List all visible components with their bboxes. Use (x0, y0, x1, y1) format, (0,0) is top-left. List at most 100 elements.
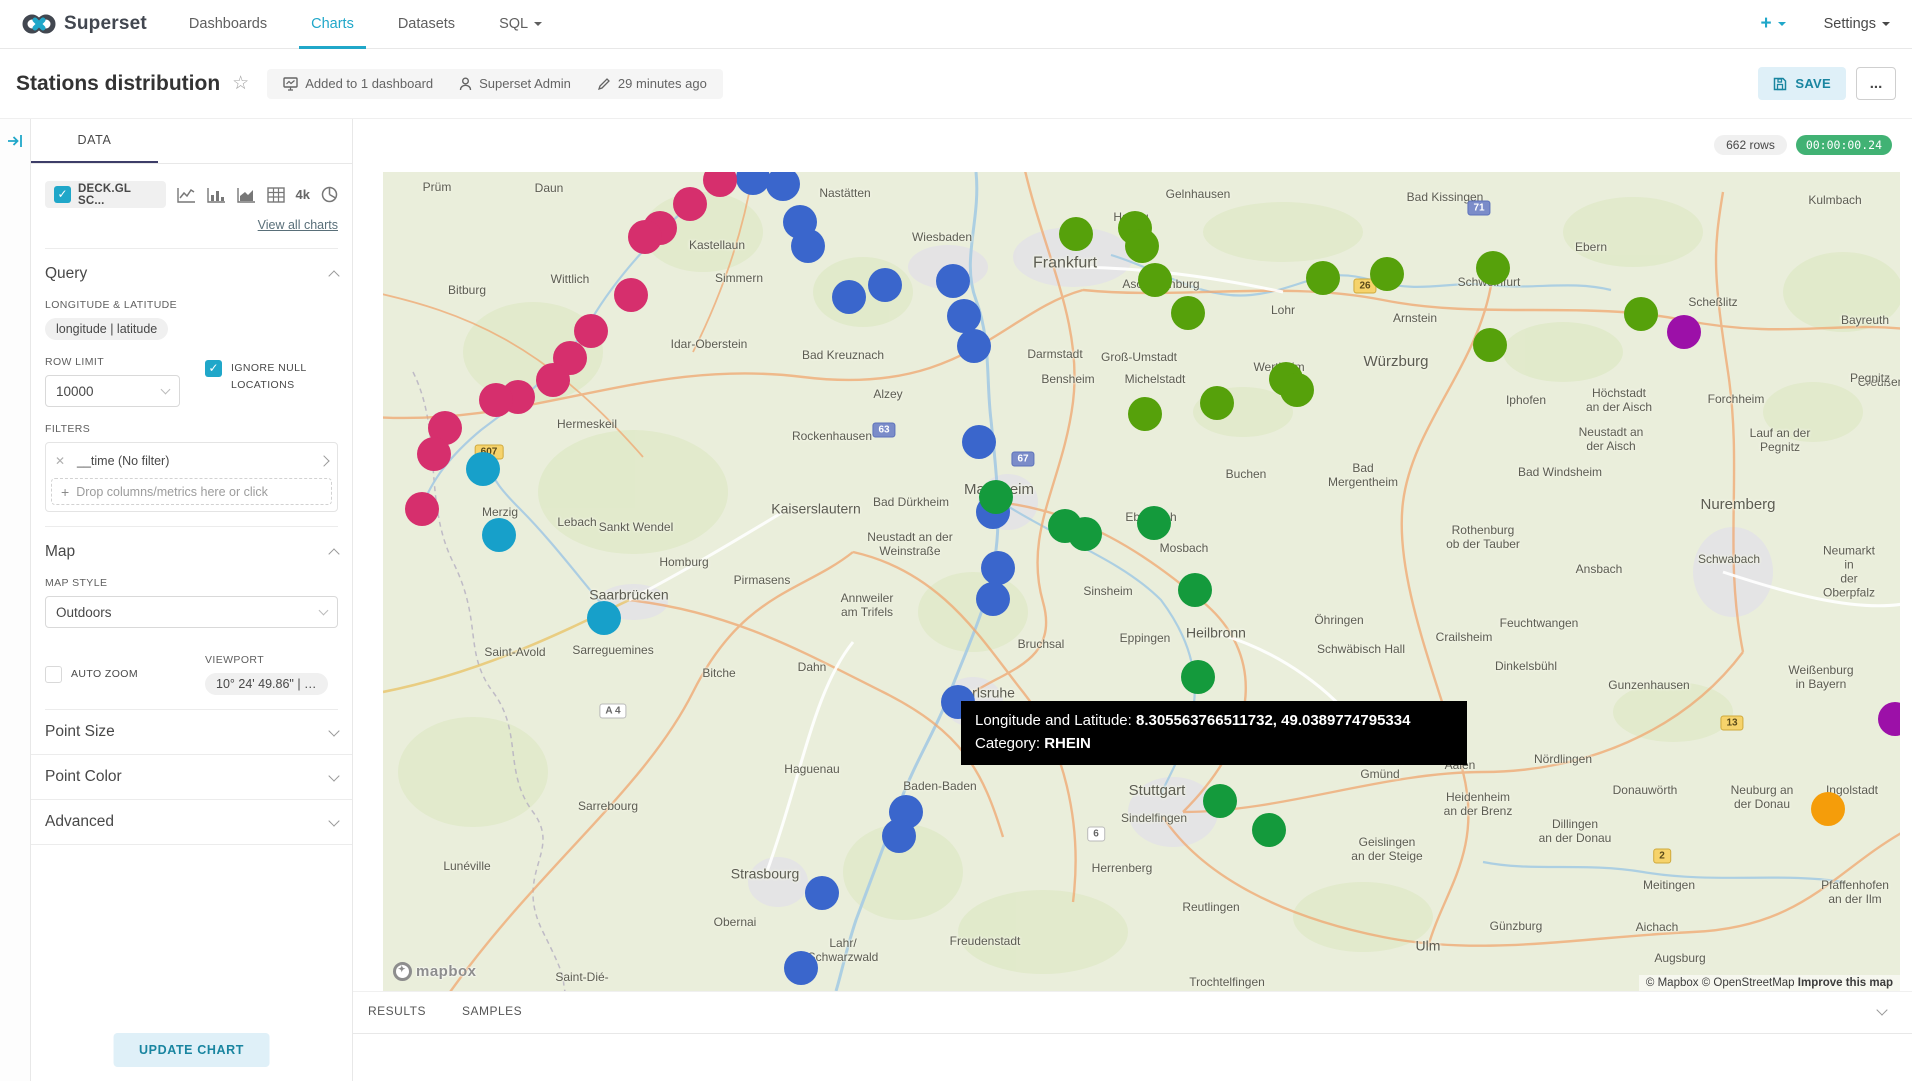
map-point-pink-category[interactable] (614, 278, 648, 312)
section-map[interactable]: Map (45, 543, 338, 561)
favorite-star-icon[interactable]: ☆ (232, 72, 249, 95)
mapbox-logo[interactable]: mapbox (393, 962, 477, 981)
map-point-pink-category[interactable] (417, 437, 451, 471)
map-point-yellow-green-category[interactable] (1476, 251, 1510, 285)
chart-header: Stations distribution ☆ Added to 1 dashb… (0, 49, 1912, 119)
filter-item[interactable]: ✕ __time (No filter) (51, 448, 332, 474)
map-style-select[interactable]: Outdoors (45, 596, 338, 628)
user-icon (459, 77, 472, 91)
row-limit-select[interactable]: 10000 (45, 375, 180, 407)
lonlat-chip[interactable]: longitude | latitude (45, 318, 168, 340)
map-point-yellow-green-category[interactable] (1370, 257, 1404, 291)
map-point-pink-category[interactable] (673, 187, 707, 221)
map-point-yellow-green-category[interactable] (1128, 397, 1162, 431)
expand-results-button[interactable] (1878, 1004, 1886, 1022)
map-point-rhein[interactable] (947, 299, 981, 333)
more-options-button[interactable]: ... (1856, 67, 1896, 100)
map-point-rhein[interactable] (981, 551, 1015, 585)
map-point-yellow-green-category[interactable] (1624, 297, 1658, 331)
map-point-yellow-green-category[interactable] (1306, 261, 1340, 295)
map-point-pink-category[interactable] (405, 492, 439, 526)
chevron-down-icon (534, 22, 542, 30)
update-chart-button[interactable]: UPDATE CHART (113, 1033, 270, 1067)
map-point-rhein[interactable] (957, 329, 991, 363)
results-tab-results[interactable]: RESULTS (368, 1004, 426, 1033)
collapse-strip (0, 119, 31, 1081)
new-item-button[interactable]: + (1760, 13, 1785, 35)
owner-badge[interactable]: Superset Admin (459, 76, 571, 91)
ignore-null-checkbox[interactable]: ✓ (205, 360, 222, 377)
view-all-charts-link[interactable]: View all charts (258, 218, 338, 232)
map-point-rhein[interactable] (791, 229, 825, 263)
improve-map-link[interactable]: Improve this map (1798, 977, 1893, 989)
pie-chart-icon[interactable] (321, 186, 338, 203)
map-point-cyan-category[interactable] (587, 601, 621, 635)
section-point-color[interactable]: Point Color (31, 755, 352, 800)
mapbox-attribution[interactable]: © Mapbox (1646, 977, 1699, 989)
tab-data[interactable]: DATA (31, 119, 158, 163)
map-point-rhein[interactable] (936, 264, 970, 298)
osm-attribution[interactable]: © OpenStreetMap (1702, 977, 1795, 989)
section-point-size[interactable]: Point Size (31, 710, 352, 755)
map-point-green-category[interactable] (1181, 660, 1215, 694)
map-point-yellow-green-category[interactable] (1138, 263, 1172, 297)
map-point-rhein[interactable] (976, 582, 1010, 616)
settings-menu[interactable]: Settings (1824, 16, 1890, 32)
more-viz-count[interactable]: 4k (296, 187, 310, 202)
viewport-chip[interactable]: 10° 24' 49.86" | … (205, 673, 328, 695)
map-point-rhein[interactable] (868, 268, 902, 302)
map-point-green-category[interactable] (1252, 813, 1286, 847)
map-point-yellow-green-category[interactable] (1280, 373, 1314, 407)
map-point-rhein[interactable] (962, 425, 996, 459)
map-point-green-category[interactable] (1137, 506, 1171, 540)
map-point-rhein[interactable] (805, 876, 839, 910)
nav-item-sql[interactable]: SQL (499, 0, 542, 49)
map-point-green-category[interactable] (1068, 517, 1102, 551)
table-icon[interactable] (267, 187, 285, 203)
dashboard-count-badge[interactable]: Added to 1 dashboard (283, 76, 433, 91)
chart-meta-strip: Added to 1 dashboard Superset Admin 29 m… (267, 69, 723, 99)
map-point-orange-category[interactable] (1811, 792, 1845, 826)
map-point-pink-category[interactable] (479, 383, 513, 417)
map-point-yellow-green-category[interactable] (1059, 217, 1093, 251)
map-point-pink-category[interactable] (536, 363, 570, 397)
brand[interactable]: Superset (22, 13, 147, 35)
auto-zoom-checkbox[interactable] (45, 666, 62, 683)
map-point-green-category[interactable] (979, 480, 1013, 514)
map-point-yellow-green-category[interactable] (1171, 296, 1205, 330)
nav-item-dashboards[interactable]: Dashboards (189, 0, 267, 49)
expand-panel-icon[interactable] (7, 133, 24, 149)
map-point-green-category[interactable] (1178, 573, 1212, 607)
pencil-icon (597, 77, 611, 91)
map-point-cyan-category[interactable] (466, 452, 500, 486)
map-point-green-category[interactable] (1203, 784, 1237, 818)
filter-drop-zone[interactable]: + Drop columns/metrics here or click (51, 478, 332, 505)
save-disk-icon (1773, 77, 1787, 91)
save-button[interactable]: SAVE (1758, 67, 1846, 100)
view-all-charts-row: View all charts (45, 216, 338, 234)
bar-chart-icon[interactable] (207, 187, 226, 203)
nav-item-charts[interactable]: Charts (311, 0, 354, 49)
filters-box: ✕ __time (No filter) + Drop columns/metr… (45, 442, 338, 512)
section-query[interactable]: Query (45, 265, 338, 283)
query-status-badges: 662 rows 00:00:00.24 (1714, 135, 1892, 155)
last-modified-badge[interactable]: 29 minutes ago (597, 76, 707, 91)
remove-filter-icon[interactable]: ✕ (55, 454, 77, 468)
map-point-yellow-green-category[interactable] (1125, 229, 1159, 263)
map-point-rhein[interactable] (832, 280, 866, 314)
map-point-rhein[interactable] (784, 951, 818, 985)
map-point-yellow-green-category[interactable] (1200, 386, 1234, 420)
chevron-right-icon (318, 455, 329, 466)
map-point-rhein[interactable] (882, 819, 916, 853)
nav-item-datasets[interactable]: Datasets (398, 0, 455, 49)
deckgl-map[interactable]: PrümDaunNastättenGelnhausenBad Kissingen… (383, 172, 1900, 991)
map-point-pink-category[interactable] (628, 220, 662, 254)
viz-type-selected[interactable]: ✓ DECK.GL SC... (45, 181, 166, 208)
section-advanced[interactable]: Advanced (31, 800, 352, 845)
map-point-cyan-category[interactable] (482, 518, 516, 552)
results-tab-samples[interactable]: SAMPLES (462, 1004, 522, 1033)
line-chart-icon[interactable] (177, 187, 196, 203)
area-chart-icon[interactable] (237, 187, 256, 203)
map-point-purple-category[interactable] (1667, 315, 1701, 349)
map-point-yellow-green-category[interactable] (1473, 328, 1507, 362)
